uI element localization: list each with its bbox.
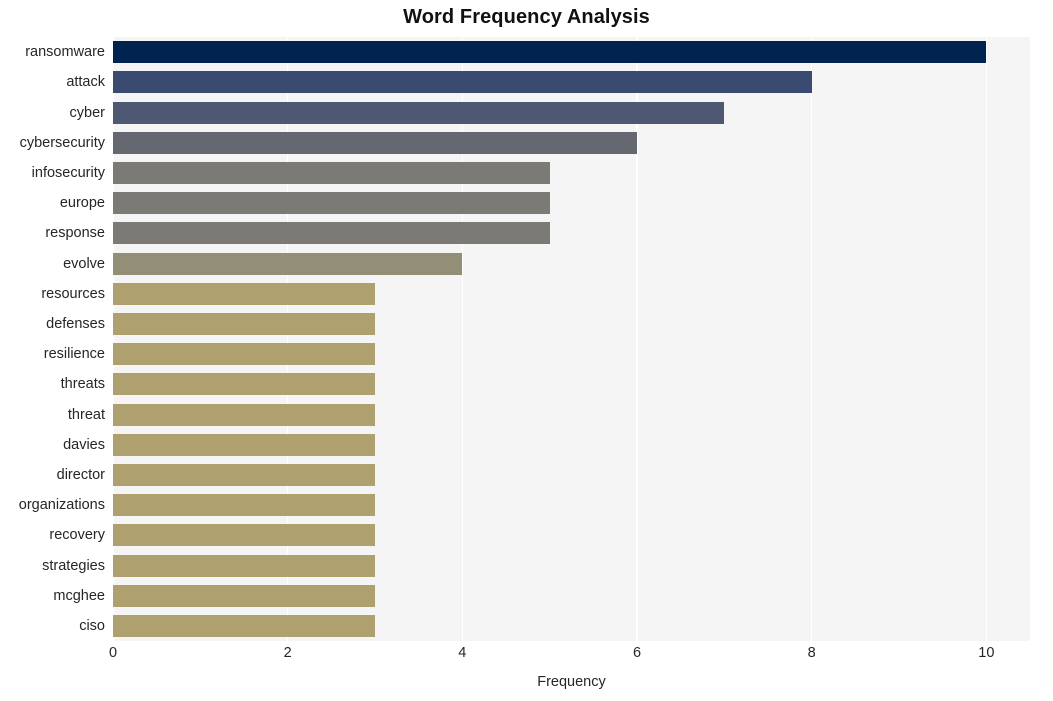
y-tick-label-ransomware: ransomware (25, 44, 105, 61)
bar-evolve (113, 252, 463, 275)
x-axis-title: Frequency (537, 674, 606, 690)
x-tick-label-10: 10 (978, 645, 995, 661)
x-tick-label-4: 4 (458, 645, 467, 661)
bar-resources (113, 282, 375, 305)
y-tick-label-evolve: evolve (63, 255, 105, 272)
gridline-x-8 (810, 37, 813, 641)
bar-ransomware (113, 41, 987, 64)
y-tick-label-cyber: cyber (69, 104, 105, 121)
word-frequency-chart: Word Frequency Analysis ransomware attack… (0, 0, 1053, 701)
x-tick-label-0: 0 (108, 645, 118, 661)
plot-area (113, 37, 1030, 641)
bar-threat (113, 403, 375, 426)
bar-mcghee (113, 584, 375, 607)
y-tick-label-davies: davies (63, 436, 105, 453)
chart-title: Word Frequency Analysis (403, 6, 650, 28)
gridline-x-6 (636, 37, 638, 641)
x-tick-label-8: 8 (807, 645, 816, 661)
y-tick-label-organizations: organizations (18, 497, 105, 514)
y-tick-label-threat: threat (67, 406, 105, 423)
y-tick-label-attack: attack (66, 74, 105, 91)
bar-resilience (113, 343, 375, 366)
y-tick-label-cybersecurity: cybersecurity (19, 134, 105, 151)
y-tick-label-response: response (45, 225, 105, 242)
y-tick-label-infosecurity: infosecurity (31, 164, 105, 181)
bar-europe (113, 192, 550, 215)
bar-davies (113, 433, 375, 456)
x-tick-label-6: 6 (632, 645, 642, 661)
bar-organizations (113, 494, 375, 517)
bar-ciso (113, 614, 375, 637)
y-tick-label-recovery: recovery (49, 527, 105, 544)
y-tick-label-ciso: ciso (79, 617, 105, 634)
bar-infosecurity (113, 161, 550, 184)
bar-attack (113, 71, 812, 94)
bar-strategies (113, 554, 375, 577)
bar-response (113, 222, 550, 245)
bar-defenses (113, 312, 375, 335)
y-tick-label-defenses: defenses (46, 315, 105, 332)
bar-director (113, 463, 375, 486)
bar-recovery (113, 524, 375, 547)
y-tick-label-strategies: strategies (42, 557, 105, 574)
bar-cyber (113, 101, 725, 124)
y-axis-labels: ransomware attack cyber cybersecurity infose… (0, 37, 105, 641)
gridline-x-0 (113, 37, 114, 641)
y-tick-label-threats: threats (60, 376, 105, 393)
y-tick-label-europe: europe (59, 195, 105, 212)
gridline-x-10 (985, 37, 988, 641)
y-tick-label-resources: resources (41, 285, 105, 302)
gridline-x-2 (286, 37, 289, 641)
x-tick-label-2: 2 (283, 645, 292, 661)
x-axis-ticks: 0 2 4 6 8 10 (109, 645, 1030, 667)
y-tick-label-resilience: resilience (43, 346, 105, 363)
y-tick-label-mcghee: mcghee (53, 587, 105, 604)
y-tick-label-director: director (56, 466, 105, 483)
bar-threats (113, 373, 375, 396)
gridline-x-4 (461, 37, 464, 641)
bar-cybersecurity (113, 131, 637, 154)
